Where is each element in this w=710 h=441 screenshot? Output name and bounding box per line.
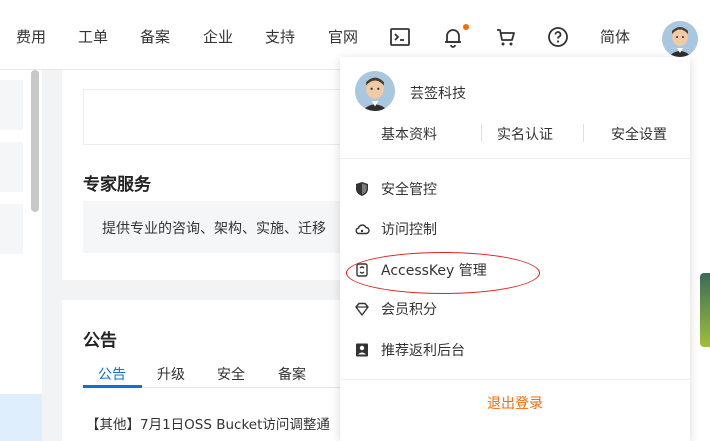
tab-security[interactable]: 安全 — [217, 364, 245, 384]
link-separator — [583, 124, 584, 142]
side-widget[interactable] — [700, 273, 710, 347]
tab-filing[interactable]: 备案 — [278, 364, 306, 384]
menu-label: 安全管控 — [381, 182, 437, 198]
avatar[interactable] — [662, 21, 698, 57]
menu-item-member-points[interactable]: 会员积分 — [354, 297, 674, 321]
link-separator — [481, 124, 482, 142]
dropdown-avatar — [355, 71, 395, 111]
notice-item[interactable]: 【其他】7月1日OSS Bucket访问调整通 — [86, 413, 330, 433]
notification-dot — [463, 24, 469, 30]
diamond-icon — [354, 301, 370, 317]
user-card-icon — [354, 342, 370, 358]
menu-label: AccessKey 管理 — [381, 263, 487, 279]
nav-support[interactable]: 支持 — [265, 27, 295, 47]
left-item-block[interactable] — [0, 80, 23, 130]
menu-label: 推荐返利后台 — [381, 343, 465, 359]
help-icon[interactable] — [546, 25, 570, 49]
security-settings-link[interactable]: 安全设置 — [611, 124, 667, 144]
nav-tickets[interactable]: 工单 — [78, 27, 108, 47]
expert-service-desc: 提供专业的咨询、架构、实施、迁移 — [102, 221, 326, 237]
username: 芸签科技 — [410, 86, 466, 102]
menu-label: 访问控制 — [381, 222, 437, 238]
nav-official-site[interactable]: 官网 — [328, 27, 358, 47]
basic-info-link[interactable]: 基本资料 — [381, 124, 437, 144]
expert-service-title: 专家服务 — [83, 175, 151, 195]
key-icon — [354, 262, 370, 278]
info-box — [83, 89, 363, 145]
active-tab-indicator — [83, 385, 142, 388]
nav-filing[interactable]: 备案 — [140, 27, 170, 47]
left-selected-item[interactable] — [0, 394, 42, 441]
menu-item-access-control[interactable]: 访问控制 — [354, 217, 674, 241]
nav-enterprise[interactable]: 企业 — [203, 27, 233, 47]
menu-item-referral[interactable]: 推荐返利后台 — [354, 338, 674, 362]
tab-notice[interactable]: 公告 — [98, 364, 126, 384]
bell-icon[interactable] — [441, 25, 465, 49]
right-edge-panel — [690, 57, 710, 441]
nav-fees[interactable]: 费用 — [16, 27, 46, 47]
cart-icon[interactable] — [494, 25, 518, 49]
terminal-icon[interactable] — [388, 25, 412, 49]
menu-item-security-control[interactable]: 安全管控 — [354, 177, 674, 201]
notice-title: 公告 — [83, 331, 117, 351]
shield-icon — [354, 181, 370, 197]
menu-label: 会员积分 — [381, 302, 437, 318]
dropdown-divider — [340, 158, 690, 159]
tab-upgrade[interactable]: 升级 — [157, 364, 185, 384]
left-item-block[interactable] — [0, 142, 23, 192]
logout-button[interactable]: 退出登录 — [340, 380, 690, 430]
real-name-auth-link[interactable]: 实名认证 — [497, 124, 553, 144]
left-item-block[interactable] — [0, 204, 23, 254]
scrollbar[interactable] — [31, 70, 39, 212]
language-switch[interactable]: 简体 — [600, 27, 630, 47]
menu-item-accesskey[interactable]: AccessKey 管理 — [354, 258, 674, 282]
cloud-icon — [354, 221, 370, 237]
